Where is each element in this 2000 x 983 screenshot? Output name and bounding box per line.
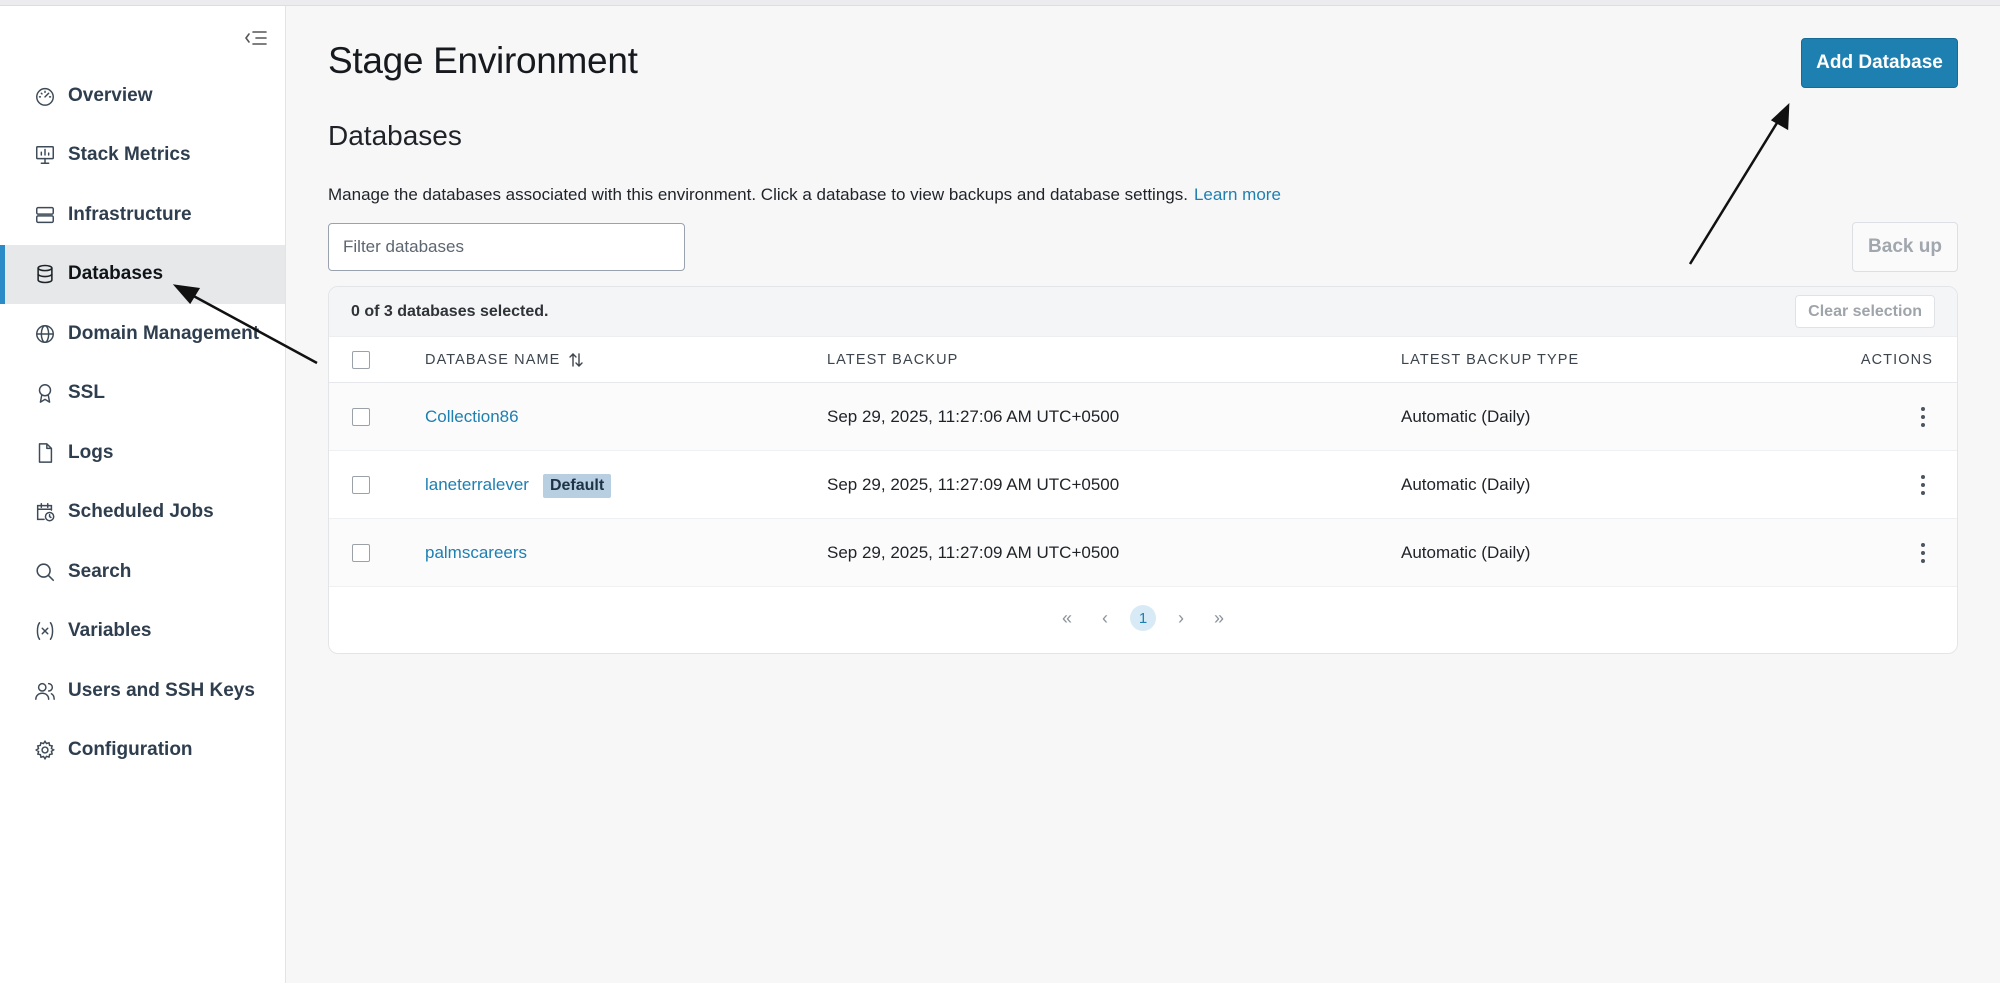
- sidebar-item-label: Databases: [68, 263, 164, 285]
- table-header: DATABASE NAME LATEST BACKUP LATEST BACKU…: [329, 337, 1957, 383]
- sidebar-nav: Overview Stack Metrics Infrastructure Da…: [0, 66, 285, 780]
- sidebar-item-stack-metrics[interactable]: Stack Metrics: [0, 126, 285, 186]
- page-title: Stage Environment: [328, 40, 638, 81]
- pagination: « ‹ 1 › »: [329, 587, 1957, 649]
- sidebar: Overview Stack Metrics Infrastructure Da…: [0, 6, 286, 983]
- add-database-button[interactable]: Add Database: [1801, 38, 1958, 88]
- sidebar-item-search[interactable]: Search: [0, 542, 285, 602]
- previous-page-icon[interactable]: ‹: [1092, 605, 1118, 631]
- table-row[interactable]: palmscareers Sep 29, 2025, 11:27:09 AM U…: [329, 519, 1957, 587]
- sidebar-item-label: Scheduled Jobs: [68, 501, 214, 523]
- column-header-actions: ACTIONS: [1860, 351, 1933, 368]
- sidebar-item-logs[interactable]: Logs: [0, 423, 285, 483]
- monitor-chart-icon: [34, 144, 56, 166]
- sidebar-item-label: Overview: [68, 84, 153, 106]
- table-row[interactable]: Collection86 Sep 29, 2025, 11:27:06 AM U…: [329, 383, 1957, 451]
- variable-icon: [34, 620, 56, 642]
- sidebar-item-databases[interactable]: Databases: [0, 244, 285, 304]
- current-page[interactable]: 1: [1130, 605, 1156, 631]
- select-all-checkbox[interactable]: [352, 350, 370, 369]
- sidebar-item-label: Stack Metrics: [68, 144, 191, 166]
- back-up-button[interactable]: Back up: [1852, 222, 1958, 272]
- section-title: Databases: [328, 120, 462, 151]
- description-text: Manage the databases associated with thi…: [328, 185, 1188, 204]
- sidebar-item-overview[interactable]: Overview: [0, 66, 285, 126]
- column-header-database-name: DATABASE NAME: [425, 351, 561, 368]
- users-icon: [34, 680, 56, 702]
- latest-backup-cell: Sep 29, 2025, 11:27:09 AM UTC+0500: [827, 474, 1120, 494]
- clear-selection-button[interactable]: Clear selection: [1795, 295, 1935, 328]
- gauge-icon: [34, 85, 56, 107]
- sort-arrows-icon[interactable]: [568, 352, 584, 368]
- backup-type-cell: Automatic (Daily): [1401, 406, 1531, 426]
- award-icon: [34, 382, 56, 404]
- server-icon: [34, 204, 56, 226]
- sidebar-item-label: Variables: [68, 620, 152, 642]
- main-content: Stage Environment Add Database Databases…: [286, 6, 2000, 983]
- learn-more-link[interactable]: Learn more: [1194, 185, 1281, 204]
- sidebar-item-users-ssh-keys[interactable]: Users and SSH Keys: [0, 661, 285, 721]
- selection-bar: 0 of 3 databases selected. Clear selecti…: [329, 287, 1957, 337]
- database-icon: [34, 263, 56, 285]
- table-body: Collection86 Sep 29, 2025, 11:27:06 AM U…: [329, 383, 1957, 587]
- column-header-latest-backup: LATEST BACKUP: [827, 351, 959, 368]
- sidebar-item-label: Users and SSH Keys: [68, 679, 255, 701]
- sidebar-item-label: Infrastructure: [68, 203, 192, 225]
- sidebar-item-configuration[interactable]: Configuration: [0, 721, 285, 781]
- section-description: Manage the databases associated with thi…: [328, 185, 1281, 205]
- table-row[interactable]: laneterralever Default Sep 29, 2025, 11:…: [329, 451, 1957, 519]
- databases-table-card: 0 of 3 databases selected. Clear selecti…: [328, 286, 1958, 654]
- sidebar-item-scheduled-jobs[interactable]: Scheduled Jobs: [0, 483, 285, 543]
- last-page-icon[interactable]: »: [1206, 605, 1232, 631]
- latest-backup-cell: Sep 29, 2025, 11:27:09 AM UTC+0500: [827, 542, 1120, 562]
- sidebar-item-ssl[interactable]: SSL: [0, 364, 285, 424]
- latest-backup-cell: Sep 29, 2025, 11:27:06 AM UTC+0500: [827, 406, 1120, 426]
- column-header-latest-backup-type: LATEST BACKUP TYPE: [1401, 351, 1580, 368]
- more-actions-icon[interactable]: [1913, 405, 1933, 429]
- more-actions-icon[interactable]: [1913, 541, 1933, 565]
- database-name-link[interactable]: palmscareers: [425, 543, 527, 563]
- first-page-icon[interactable]: «: [1054, 605, 1080, 631]
- database-name-link[interactable]: laneterralever: [425, 475, 529, 495]
- sidebar-item-label: Logs: [68, 441, 114, 463]
- selection-count: 0 of 3 databases selected.: [351, 302, 549, 320]
- collapse-sidebar-icon[interactable]: [240, 22, 272, 54]
- sidebar-item-label: Configuration: [68, 739, 193, 761]
- row-checkbox[interactable]: [352, 543, 370, 562]
- next-page-icon[interactable]: ›: [1168, 605, 1194, 631]
- filter-databases-input[interactable]: [328, 223, 685, 271]
- sidebar-item-variables[interactable]: Variables: [0, 602, 285, 662]
- sidebar-item-label: Domain Management: [68, 322, 260, 344]
- backup-type-cell: Automatic (Daily): [1401, 542, 1531, 562]
- row-checkbox[interactable]: [352, 475, 370, 494]
- sidebar-item-domain-management[interactable]: Domain Management: [0, 304, 285, 364]
- sidebar-item-label: Search: [68, 560, 132, 582]
- default-badge: Default: [542, 473, 612, 498]
- calendar-clock-icon: [34, 501, 56, 523]
- database-name-link[interactable]: Collection86: [425, 407, 519, 427]
- backup-type-cell: Automatic (Daily): [1401, 474, 1531, 494]
- sidebar-item-infrastructure[interactable]: Infrastructure: [0, 185, 285, 245]
- globe-icon: [34, 323, 56, 345]
- gear-icon: [34, 739, 56, 761]
- more-actions-icon[interactable]: [1913, 473, 1933, 497]
- file-icon: [34, 442, 56, 464]
- row-checkbox[interactable]: [352, 407, 370, 426]
- search-icon: [34, 561, 56, 583]
- sidebar-item-label: SSL: [68, 382, 105, 404]
